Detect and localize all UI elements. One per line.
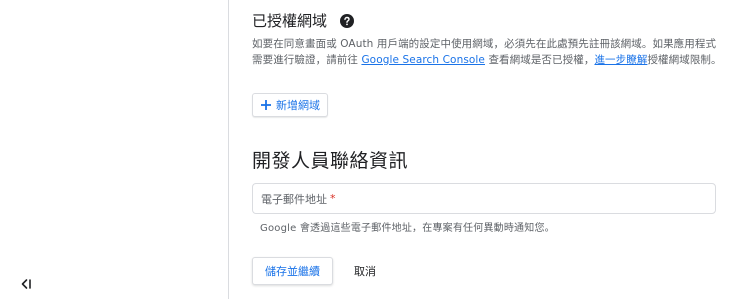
help-circle-icon[interactable] — [340, 13, 355, 28]
collapse-nav-button[interactable] — [17, 276, 35, 294]
email-hint: Google 會透過這些電子郵件地址，在專案有任何異動時通知您。 — [260, 223, 555, 234]
plus-icon — [260, 99, 272, 111]
authorized-domains-description: 如要在同意畫面或 OAuth 用戶端的設定中使用網域，必須先在此處預先註冊該網域… — [252, 37, 724, 68]
oauth-consent-page: 已授權網域 如要在同意畫面或 OAuth 用戶端的設定中使用網域，必須先在此處預… — [0, 0, 740, 299]
add-domain-button[interactable]: 新增網域 — [252, 93, 328, 117]
description-text-2: 查看網域是否已授權， — [485, 53, 595, 66]
learn-more-link[interactable]: 進一步瞭解 — [594, 54, 647, 66]
required-marker: * — [330, 192, 336, 205]
save-and-continue-button[interactable]: 儲存並繼續 — [252, 257, 333, 285]
authorized-domains-title: 已授權網域 — [252, 12, 328, 30]
left-nav-panel — [0, 0, 229, 299]
email-field[interactable]: 電子郵件地址 * — [252, 183, 716, 214]
search-console-link[interactable]: Google Search Console — [361, 54, 485, 66]
cancel-button[interactable]: 取消 — [348, 257, 382, 285]
authorized-domains-header: 已授權網域 — [252, 10, 355, 31]
developer-contact-title: 開發人員聯絡資訊 — [252, 150, 409, 172]
email-placeholder: 電子郵件地址 — [261, 192, 327, 206]
collapse-left-icon — [19, 276, 33, 295]
add-domain-label: 新增網域 — [276, 99, 320, 112]
description-text-3: 授權網域限制。 — [647, 53, 722, 66]
